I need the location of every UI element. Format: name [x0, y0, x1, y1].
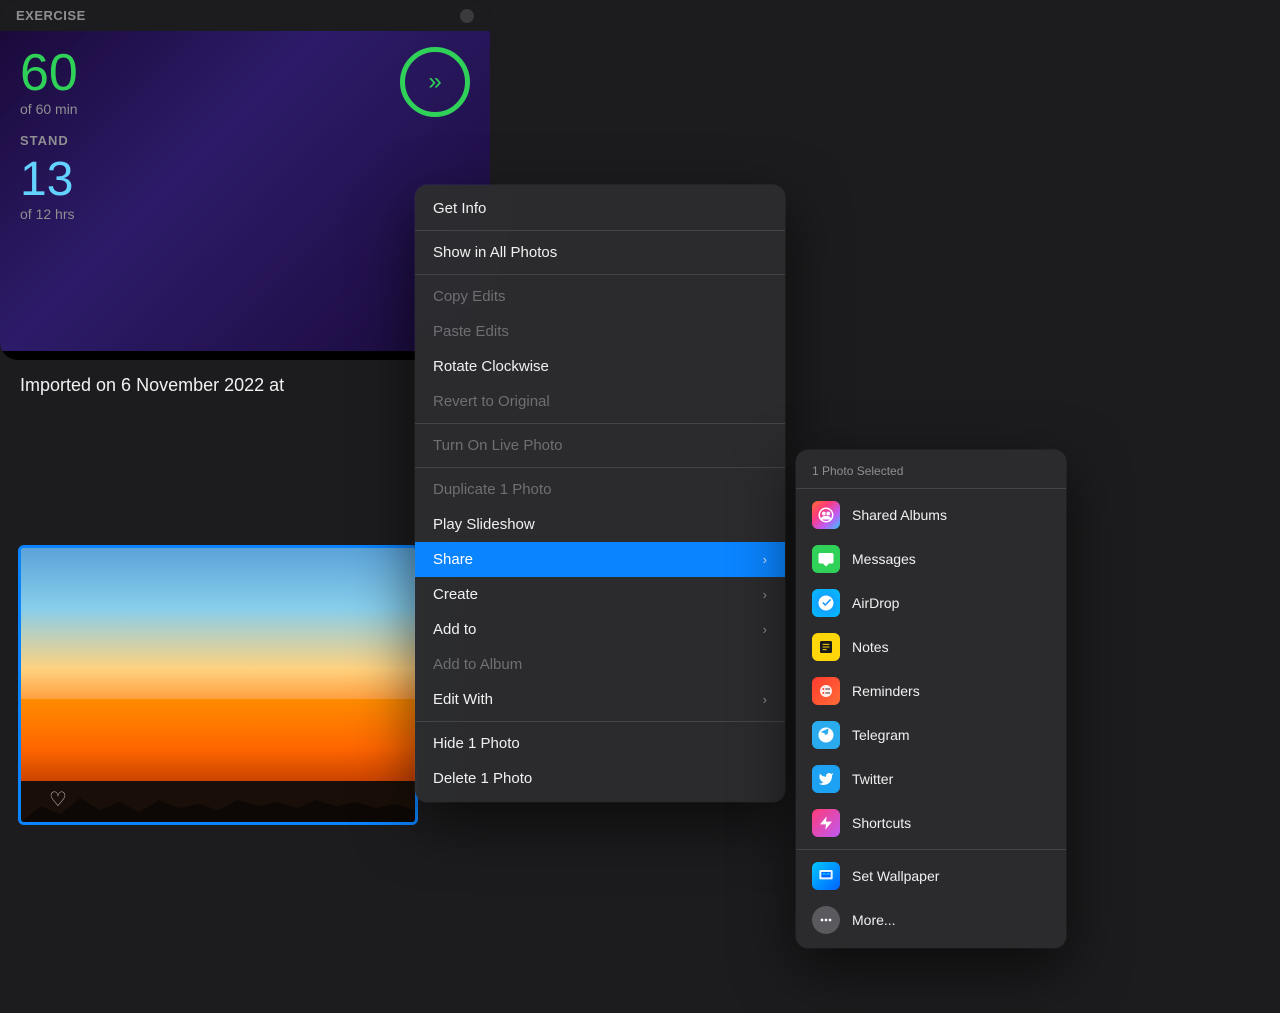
menu-item-play-slideshow[interactable]: Play Slideshow [415, 507, 785, 542]
menu-divider-5 [415, 721, 785, 722]
menu-item-hide-1-photo[interactable]: Hide 1 Photo [415, 726, 785, 761]
reminders-icon [812, 677, 840, 705]
menu-divider-1 [415, 230, 785, 231]
submenu-item-shortcuts[interactable]: Shortcuts [796, 801, 1066, 845]
menu-item-rotate-clockwise[interactable]: Rotate Clockwise [415, 349, 785, 384]
stand-label: STAND [20, 133, 470, 148]
photo-thumbnail[interactable]: ♡ [18, 545, 418, 825]
widget-close-indicator [460, 9, 474, 23]
airdrop-icon [812, 589, 840, 617]
exercise-sub: of 60 min [20, 101, 470, 117]
notes-icon [812, 633, 840, 661]
submenu-item-notes[interactable]: Notes [796, 625, 1066, 669]
submenu-item-set-wallpaper[interactable]: Set Wallpaper [796, 854, 1066, 898]
menu-item-create[interactable]: Create › [415, 577, 785, 612]
twitter-icon [812, 765, 840, 793]
menu-item-revert-to-original: Revert to Original [415, 384, 785, 419]
menu-divider-4 [415, 467, 785, 468]
menu-item-delete-1-photo[interactable]: Delete 1 Photo [415, 761, 785, 796]
share-chevron-icon: › [763, 552, 767, 567]
shortcuts-icon [812, 809, 840, 837]
menu-item-copy-edits: Copy Edits [415, 279, 785, 314]
menu-item-show-in-all-photos[interactable]: Show in All Photos [415, 235, 785, 270]
messages-icon [812, 545, 840, 573]
edit-with-chevron-icon: › [763, 692, 767, 707]
create-chevron-icon: › [763, 587, 767, 602]
shared-albums-icon [812, 501, 840, 529]
add-to-chevron-icon: › [763, 622, 767, 637]
photo-sky [21, 548, 415, 699]
photo-sunset [21, 699, 415, 781]
share-submenu: 1 Photo Selected Shared Albums Messages [796, 450, 1066, 948]
menu-item-edit-with[interactable]: Edit With › [415, 682, 785, 717]
menu-item-paste-edits: Paste Edits [415, 314, 785, 349]
photo-trees [21, 782, 415, 822]
set-wallpaper-icon [812, 862, 840, 890]
exercise-ring-icon [400, 47, 470, 117]
widget-title: EXERCISE [16, 8, 86, 23]
imported-label: Imported on 6 November 2022 at [20, 375, 284, 396]
submenu-item-airdrop[interactable]: AirDrop [796, 581, 1066, 625]
menu-item-share[interactable]: Share › [415, 542, 785, 577]
context-menu: Get Info Show in All Photos Copy Edits P… [415, 185, 785, 802]
telegram-icon [812, 721, 840, 749]
submenu-item-more[interactable]: More... [796, 898, 1066, 942]
submenu-header: 1 Photo Selected [796, 456, 1066, 484]
menu-item-add-to[interactable]: Add to › [415, 612, 785, 647]
submenu-item-twitter[interactable]: Twitter [796, 757, 1066, 801]
stand-sub: of 12 hrs [20, 206, 470, 222]
menu-divider-2 [415, 274, 785, 275]
menu-item-turn-on-live-photo: Turn On Live Photo [415, 428, 785, 463]
submenu-item-telegram[interactable]: Telegram [796, 713, 1066, 757]
submenu-divider-top [796, 488, 1066, 489]
submenu-item-reminders[interactable]: Reminders [796, 669, 1066, 713]
widget-header: EXERCISE [0, 0, 490, 31]
submenu-item-messages[interactable]: Messages [796, 537, 1066, 581]
menu-item-duplicate-1-photo: Duplicate 1 Photo [415, 472, 785, 507]
more-icon [812, 906, 840, 934]
photo-ground [21, 781, 415, 822]
menu-divider-3 [415, 423, 785, 424]
stand-number: 13 [20, 156, 470, 204]
menu-item-add-to-album: Add to Album [415, 647, 785, 682]
submenu-divider-bottom [796, 849, 1066, 850]
submenu-item-shared-albums[interactable]: Shared Albums [796, 493, 1066, 537]
menu-item-get-info[interactable]: Get Info [415, 191, 785, 226]
heart-icon[interactable]: ♡ [49, 787, 67, 812]
